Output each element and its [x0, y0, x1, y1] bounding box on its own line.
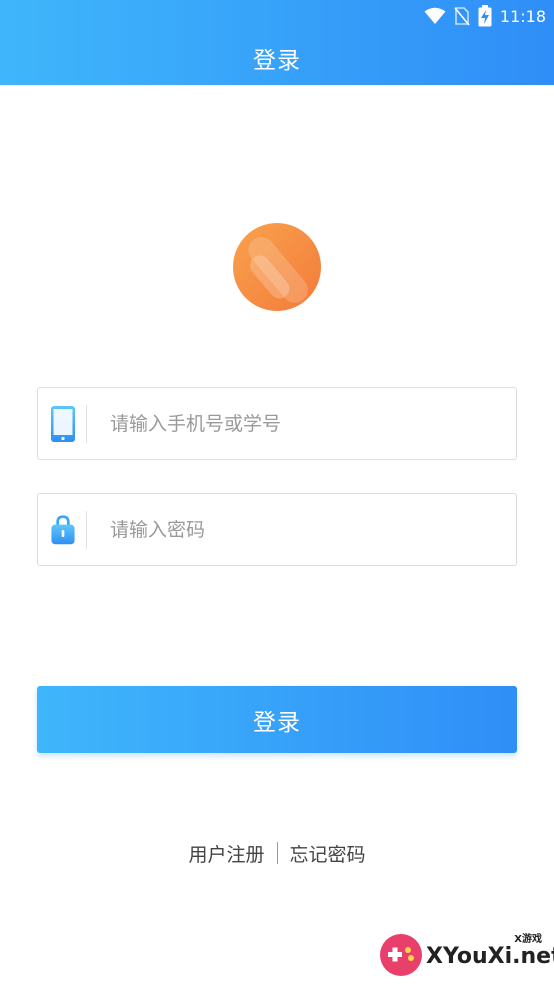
page-title: 登录 [253, 48, 301, 74]
no-sim-icon [454, 7, 470, 26]
password-input[interactable] [110, 494, 510, 565]
status-icons: 11:18 [424, 5, 546, 27]
status-time: 11:18 [499, 6, 546, 26]
lock-icon [51, 515, 75, 545]
gamepad-icon [380, 934, 422, 976]
field-divider [86, 405, 87, 443]
watermark-small-text: X游戏 [514, 934, 542, 945]
phone-icon [51, 406, 75, 442]
account-field [37, 387, 517, 460]
field-divider [86, 511, 87, 549]
watermark: X游戏 XYouXi.net [378, 930, 554, 980]
password-field [37, 493, 517, 566]
watermark-text: XYouXi.net [426, 944, 554, 969]
account-input[interactable] [110, 388, 510, 459]
footer-links: 用户注册 忘记密码 [0, 838, 554, 868]
wifi-icon [424, 7, 446, 24]
login-button[interactable]: 登录 [37, 686, 517, 753]
register-link[interactable]: 用户注册 [188, 840, 264, 867]
title-bar: 登录 [0, 31, 554, 85]
link-divider [276, 842, 278, 864]
forgot-password-link[interactable]: 忘记密码 [290, 840, 366, 867]
app-logo [233, 223, 321, 311]
status-bar: 11:18 [0, 0, 554, 31]
battery-charging-icon [478, 5, 492, 27]
